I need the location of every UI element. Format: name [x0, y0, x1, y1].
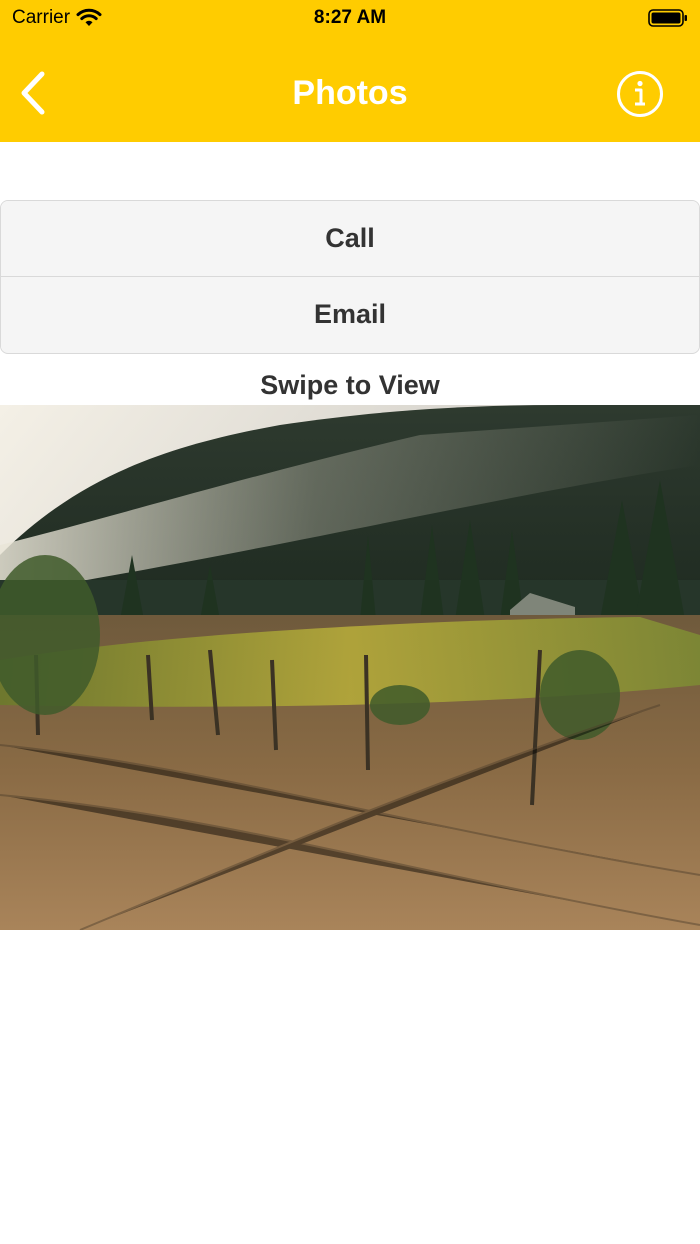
swipe-instruction: Swipe to View	[260, 370, 440, 400]
call-button[interactable]: Call	[1, 201, 699, 276]
status-bar: Carrier 8:27 AM	[0, 0, 700, 36]
photo-carousel[interactable]	[0, 405, 700, 930]
battery-icon	[648, 9, 687, 27]
header-bar: Carrier 8:27 AM Photos	[0, 0, 700, 142]
vineyard-photo	[0, 405, 700, 930]
contact-actions: Call Email	[0, 200, 700, 354]
info-button[interactable]	[616, 70, 664, 118]
email-button[interactable]: Email	[1, 276, 699, 351]
navigation-bar: Photos	[0, 44, 700, 142]
info-circle-icon	[617, 71, 663, 117]
page-title: Photos	[292, 74, 408, 112]
status-time: 8:27 AM	[313, 7, 387, 28]
